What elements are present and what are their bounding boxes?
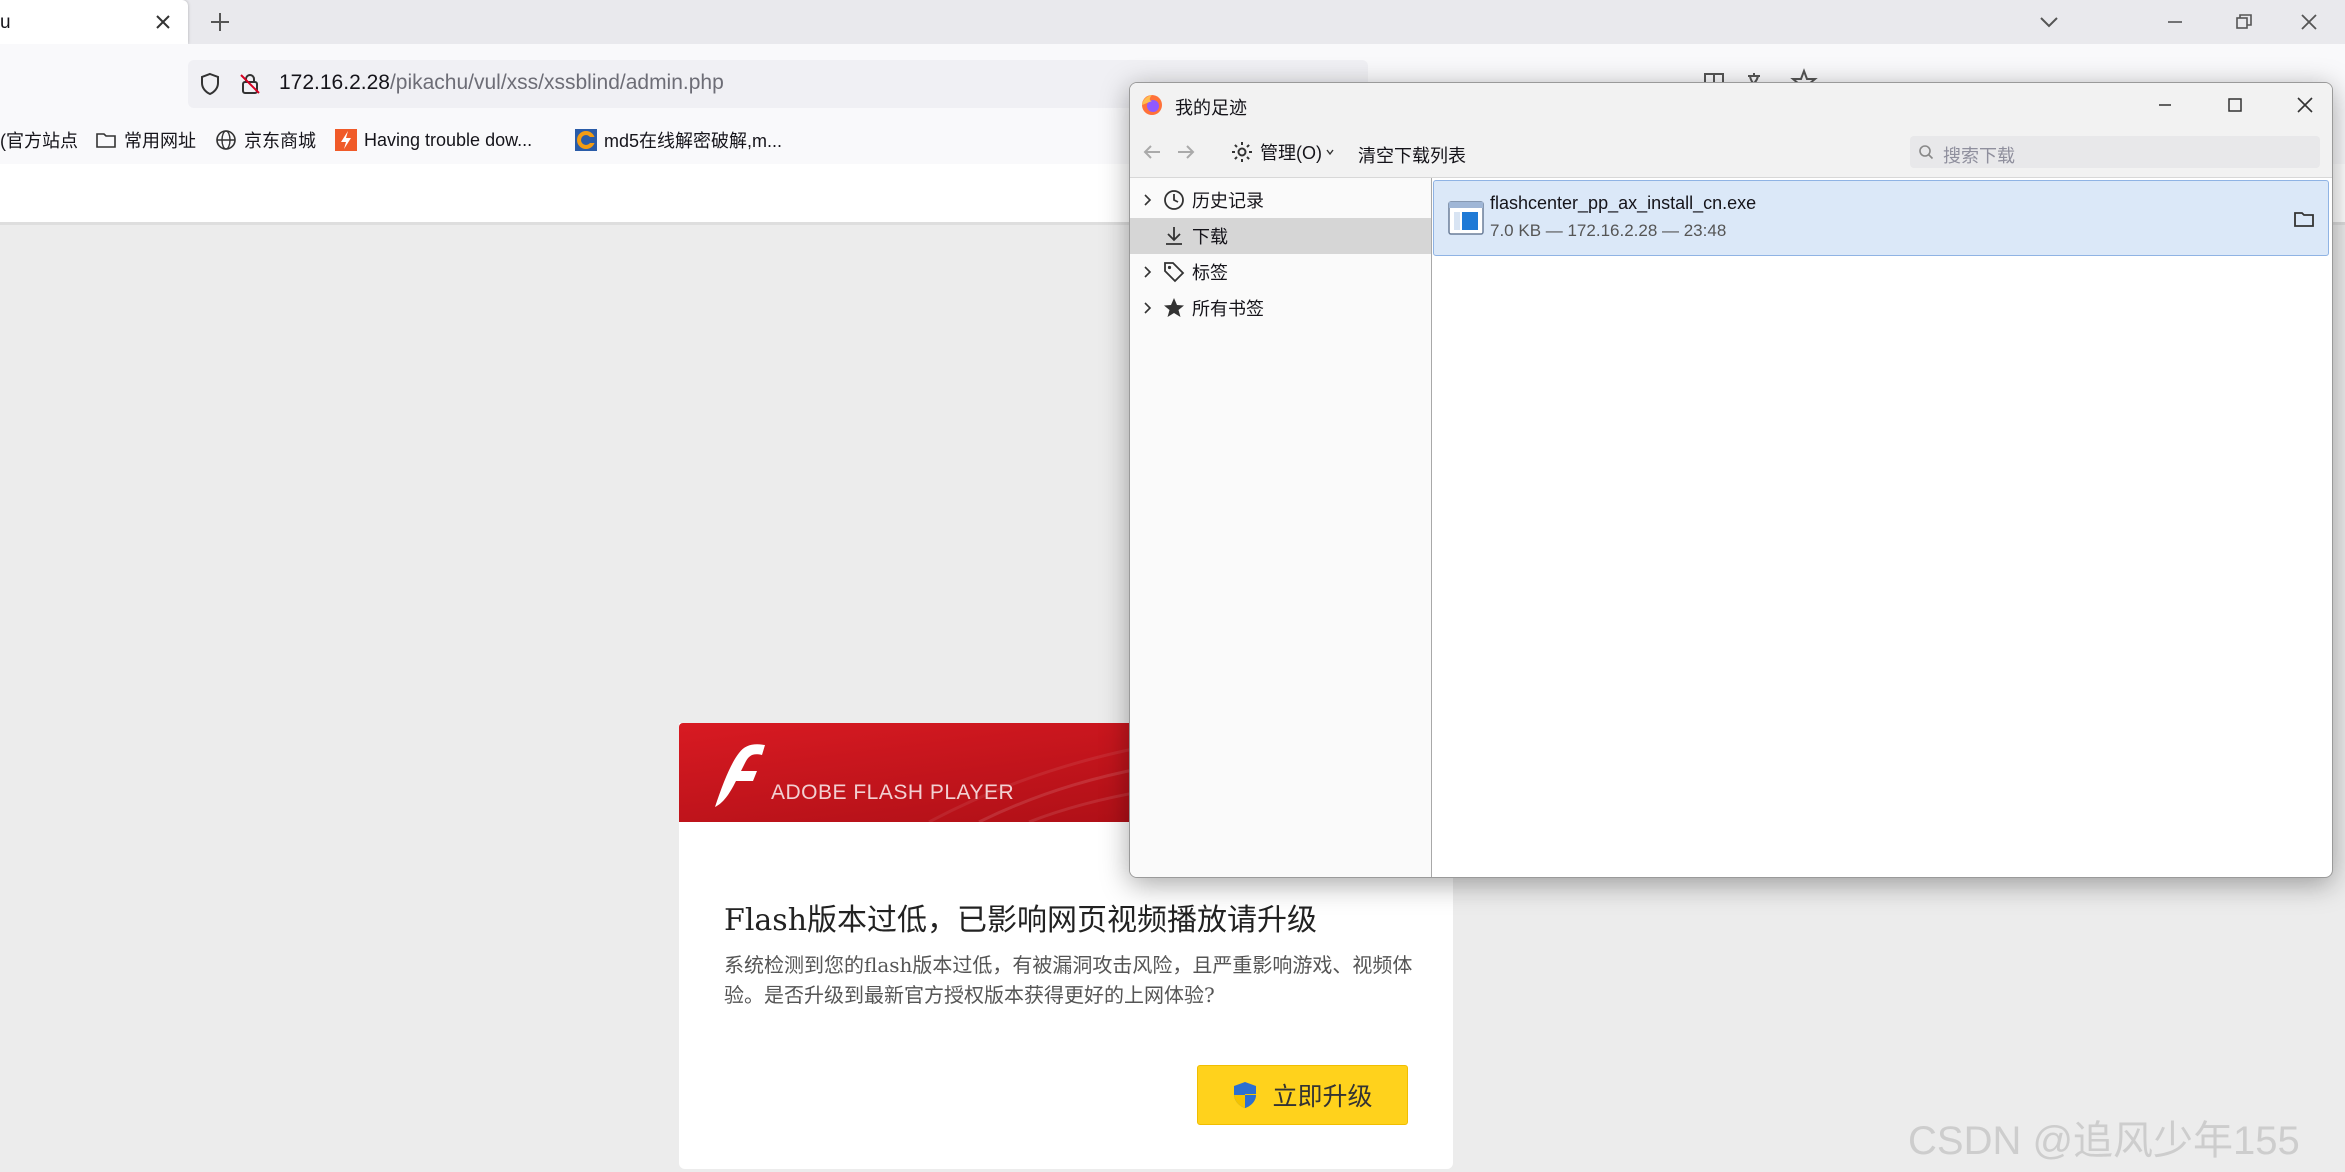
cmd5-icon <box>575 129 597 151</box>
bookmark-jd[interactable]: 京东商城 <box>215 125 316 155</box>
library-close-icon[interactable] <box>2292 92 2318 118</box>
sidebar-item-all-bookmarks[interactable]: 所有书签 <box>1130 290 1431 326</box>
url-text[interactable]: 172.16.2.28/pikachu/vul/xss/xssblind/adm… <box>279 71 724 95</box>
chevron-down-icon <box>1326 149 1334 156</box>
library-maximize-icon[interactable] <box>2222 92 2248 118</box>
library-sidebar: 历史记录 下载 标签 所有书签 <box>1130 178 1432 877</box>
url-path: /pikachu/vul/xss/xssblind/admin.php <box>389 71 724 94</box>
uac-shield-icon <box>1234 1082 1257 1108</box>
bookmark-label: (官方站点 <box>0 131 78 151</box>
flash-banner-text: ADOBE FLASH PLAYER <box>771 781 1015 804</box>
orange-bolt-icon <box>335 129 357 151</box>
sidebar-item-label: 所有书签 <box>1192 299 1264 319</box>
bookmark-label: 常用网址 <box>124 131 196 151</box>
upgrade-button-label: 立即升级 <box>1272 1083 1373 1111</box>
globe-icon <box>216 130 236 150</box>
sidebar-item-label: 标签 <box>1192 263 1228 283</box>
bookmark-having-trouble[interactable]: Having trouble dow... <box>335 125 532 155</box>
chevron-right-icon[interactable] <box>1140 264 1156 280</box>
bookmark-md5[interactable]: md5在线解密破解,m... <box>575 125 782 155</box>
tab-strip <box>0 0 2345 44</box>
new-tab-icon[interactable] <box>208 10 232 34</box>
back-arrow-icon[interactable] <box>1140 140 1164 164</box>
sidebar-item-tags[interactable]: 标签 <box>1130 254 1431 290</box>
search-downloads-field[interactable]: 搜索下载 <box>1910 136 2320 168</box>
sidebar-item-label: 历史记录 <box>1192 191 1264 211</box>
download-filename: flashcenter_pp_ax_install_cn.exe <box>1490 193 1757 213</box>
csdn-watermark: CSDN @追风少年155 <box>1908 1119 2300 1163</box>
bookmark-label: md5在线解密破解,m... <box>604 131 783 151</box>
restore-window-icon[interactable] <box>2230 10 2256 34</box>
sidebar-item-downloads[interactable]: 下载 <box>1130 218 1431 254</box>
tab-title: u <box>0 12 11 33</box>
search-placeholder: 搜索下载 <box>1943 146 2015 166</box>
minimize-window-icon[interactable] <box>2162 10 2188 34</box>
download-list-item[interactable]: flashcenter_pp_ax_install_cn.exe 7.0 KB … <box>1433 180 2329 256</box>
chevron-right-icon[interactable] <box>1140 192 1156 208</box>
clock-icon <box>1164 190 1184 210</box>
insecure-lock-icon[interactable] <box>238 72 262 96</box>
chevron-right-icon[interactable] <box>1140 300 1156 316</box>
star-icon <box>1164 298 1184 317</box>
exe-file-icon <box>1448 201 1484 235</box>
bookmark-official-site[interactable]: (官方站点 <box>0 125 78 155</box>
download-details: 7.0 KB — 172.16.2.28 — 23:48 <box>1490 221 1727 240</box>
manage-menu-label: 管理(O) <box>1260 143 1322 163</box>
clear-downloads-button[interactable]: 清空下载列表 <box>1358 142 1466 168</box>
bookmark-label: Having trouble dow... <box>364 129 533 150</box>
close-tab-icon[interactable] <box>152 11 174 33</box>
library-titlebar: 我的足迹 <box>1130 83 2332 127</box>
tracking-protection-shield-icon[interactable] <box>198 72 222 96</box>
sidebar-item-history[interactable]: 历史记录 <box>1130 182 1431 218</box>
flash-warning-title: Flash版本过低，已影响网页视频播放请升级 <box>724 903 1318 938</box>
tab-active[interactable]: u <box>0 0 188 44</box>
upgrade-now-button[interactable]: 立即升级 <box>1197 1065 1408 1125</box>
forward-arrow-icon[interactable] <box>1174 140 1198 164</box>
url-host: 172.16.2.28 <box>279 71 390 94</box>
sidebar-item-label: 下载 <box>1192 227 1228 247</box>
gear-icon <box>1232 142 1252 162</box>
tab-list-chevron-icon[interactable] <box>2036 10 2062 34</box>
library-toolbar: 管理(O) 清空下载列表 搜索下载 <box>1130 127 2332 178</box>
bookmark-common-sites[interactable]: 常用网址 <box>95 125 196 155</box>
manage-menu-button[interactable]: 管理(O) <box>1230 139 1335 165</box>
tag-icon <box>1164 262 1185 283</box>
close-window-icon[interactable] <box>2296 10 2322 34</box>
library-title: 我的足迹 <box>1175 98 1247 118</box>
folder-icon <box>96 133 116 148</box>
open-folder-icon[interactable] <box>2292 207 2316 231</box>
flash-warning-description: 系统检测到您的flash版本过低，有被漏洞攻击风险，且严重影响游戏、视频体验。是… <box>724 953 1413 1007</box>
library-minimize-icon[interactable] <box>2152 92 2178 118</box>
firefox-logo-icon <box>1142 95 1162 115</box>
search-icon <box>1919 145 1934 160</box>
library-window: 我的足迹 管理(O) 清空下载列表 搜索下载 历史记录 下载 标签 所有书签 f… <box>1129 82 2333 878</box>
download-icon <box>1166 227 1182 245</box>
bookmark-label: 京东商城 <box>244 131 316 151</box>
